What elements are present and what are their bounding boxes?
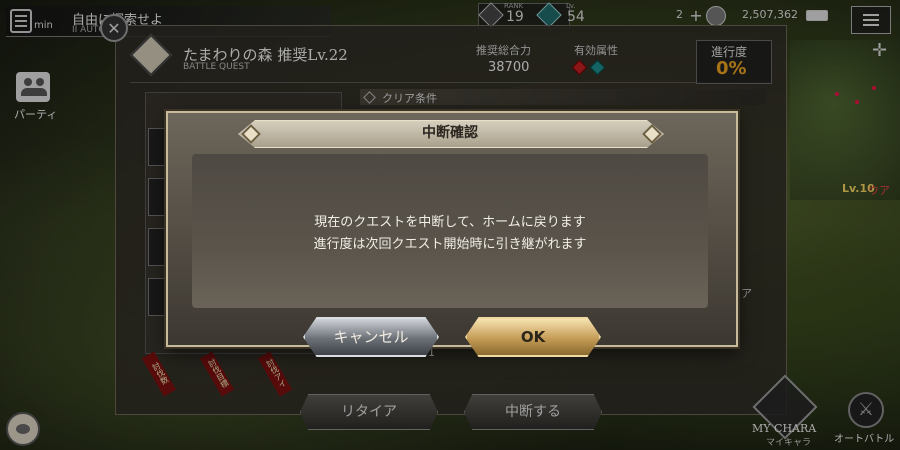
ok-button[interactable]: OK [465, 317, 601, 357]
dialog-message-line: 現在のクエストを中断して、ホームに戻ります [314, 215, 586, 230]
cancel-button[interactable]: キャンセル [303, 317, 439, 357]
dialog-body [192, 154, 708, 308]
dialog-title: 中断確認 [422, 125, 478, 141]
dialog-message-line: 進行度は次回クエスト開始時に引き継がれます [313, 237, 587, 252]
